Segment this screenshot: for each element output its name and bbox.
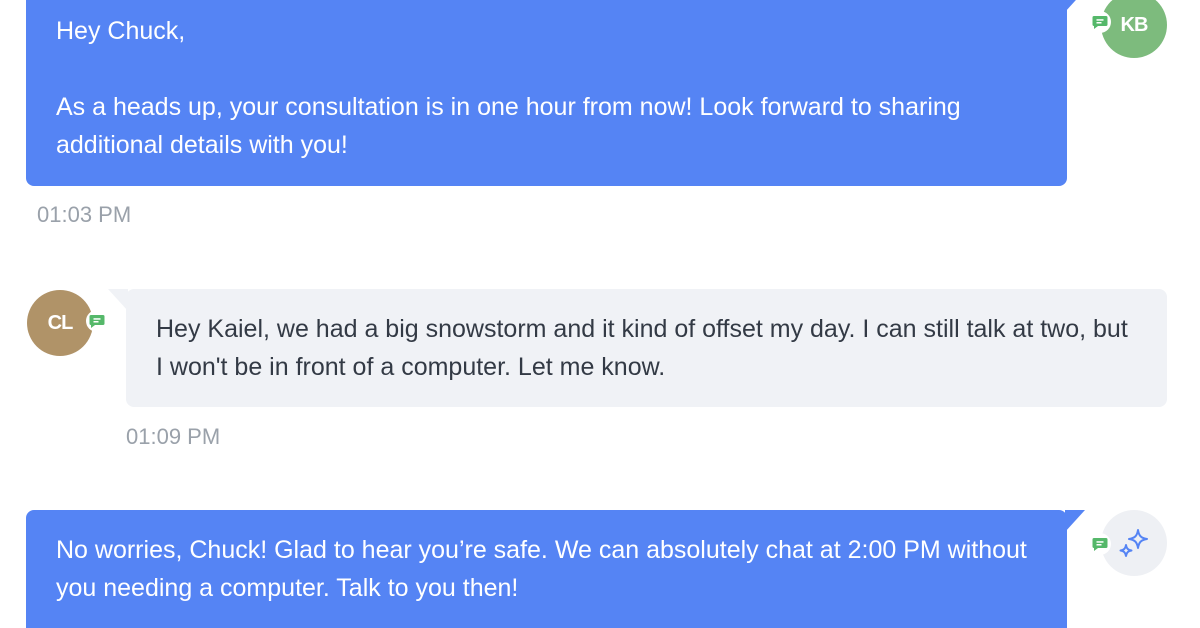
message-bubble-outgoing: Hey Chuck, As a heads up, your consultat… xyxy=(26,0,1085,186)
message-text: Hey Kaiel, we had a big snowstorm and it… xyxy=(156,315,1128,381)
message-timestamp: 01:03 PM xyxy=(37,202,132,227)
sms-channel-icon xyxy=(1089,533,1111,555)
message-bubble-outgoing: No worries, Chuck! Glad to hear you’re s… xyxy=(26,510,1085,628)
bubble-tail xyxy=(1065,510,1085,532)
sms-channel-icon xyxy=(1089,11,1111,33)
message-text: Hey Chuck, As a heads up, your consultat… xyxy=(56,17,961,159)
avatar-initials: CL xyxy=(47,311,74,334)
bubble-tail xyxy=(108,289,128,311)
message-bubble-incoming: Hey Kaiel, we had a big snowstorm and it… xyxy=(108,289,1167,407)
sparkle-icon xyxy=(1119,529,1148,557)
chat-thread: Hey Chuck, As a heads up, your consultat… xyxy=(0,0,1200,628)
avatar-initials: KB xyxy=(1120,13,1149,36)
message-timestamp: 01:09 PM xyxy=(126,424,221,449)
message-text: No worries, Chuck! Glad to hear you’re s… xyxy=(56,536,1034,602)
sender-avatar[interactable]: CL xyxy=(27,290,93,356)
sender-avatar[interactable]: KB xyxy=(1101,0,1167,58)
sms-channel-icon xyxy=(86,310,108,332)
bubble-tail xyxy=(1065,0,1085,12)
